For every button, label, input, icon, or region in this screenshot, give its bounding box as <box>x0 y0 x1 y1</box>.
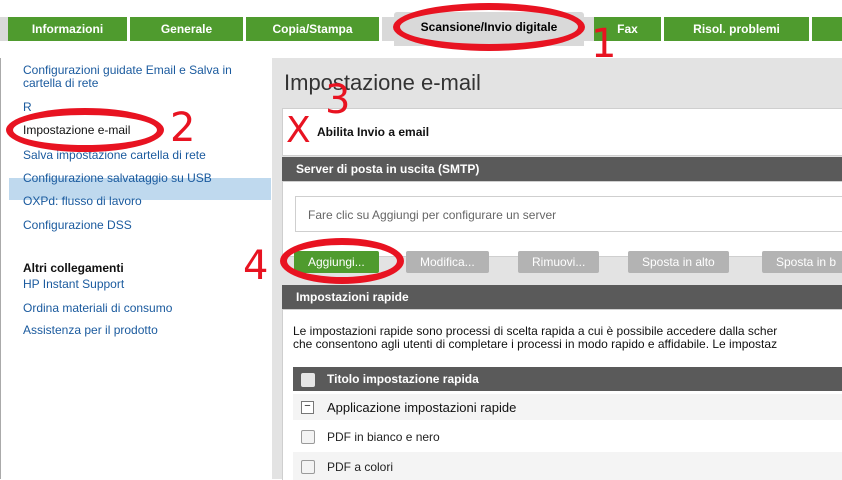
nav-item-oxpd[interactable]: OXPd: flusso di lavoro <box>23 195 142 208</box>
tab-copia-stampa[interactable]: Copia/Stampa <box>246 17 382 41</box>
annotation-number-2: 2 <box>170 105 196 151</box>
quick-settings-description-line2: che consentono agli utenti di completare… <box>293 337 778 351</box>
top-tab-bar: Informazioni Generale Copia/Stampa Scans… <box>0 0 842 48</box>
table-row[interactable]: PDF a colori <box>293 452 842 480</box>
enable-email-label: Abilita Invio a email <box>317 125 430 139</box>
left-navigation: Configurazioni guidate Email e Salva in … <box>0 58 271 479</box>
nav-item-dss[interactable]: Configurazione DSS <box>23 219 132 232</box>
annotation-number-3: 3 <box>325 77 351 123</box>
modifica-button[interactable]: Modifica... <box>406 251 489 273</box>
nav-item-impostazione-email[interactable]: Impostazione e-mail <box>23 124 130 137</box>
annotation-number-1: 1 <box>591 21 617 67</box>
table-row[interactable]: PDF in bianco e nero <box>293 422 842 450</box>
row-label: PDF a colori <box>327 460 394 474</box>
link-ordina-materiali[interactable]: Ordina materiali di consumo <box>23 302 172 315</box>
group-row: − Applicazione impostazioni rapide <box>293 394 842 420</box>
select-all-checkbox[interactable] <box>301 373 315 387</box>
enable-email-panel: Abilita Invio a email <box>282 108 842 156</box>
sposta-in-basso-button[interactable]: Sposta in b <box>762 251 842 273</box>
quick-settings-header: Impostazioni rapide <box>282 285 842 309</box>
column-titolo-impostazione: Titolo impostazione rapida <box>327 372 479 386</box>
link-assistenza-prodotto[interactable]: Assistenza per il prodotto <box>23 324 158 337</box>
smtp-placeholder: Fare clic su Aggiungi per configurare un… <box>308 208 557 222</box>
collapse-toggle-icon[interactable]: − <box>301 401 314 414</box>
annotation-number-4: 4 <box>243 243 269 289</box>
group-label: Applicazione impostazioni rapide <box>327 400 517 415</box>
row-label: PDF in bianco e nero <box>327 430 440 444</box>
nav-item-configurazioni-guidate[interactable]: Configurazioni guidate Email e Salva in … <box>23 64 258 90</box>
tab-scansione-invio-digitale[interactable]: Scansione/Invio digitale <box>394 12 584 46</box>
quick-settings-panel: Le impostazioni rapide sono processi di … <box>282 309 842 480</box>
tab-generale[interactable]: Generale <box>130 17 246 41</box>
row-checkbox[interactable] <box>301 460 315 474</box>
other-links-heading: Altri collegamenti <box>23 261 124 275</box>
tab-informazioni[interactable]: Informazioni <box>8 17 130 41</box>
sposta-in-alto-button[interactable]: Sposta in alto <box>628 251 729 273</box>
main-content: Impostazione e-mail Abilita Invio a emai… <box>272 58 842 480</box>
quick-settings-description-line1: Le impostazioni rapide sono processi di … <box>293 324 778 338</box>
aggiungi-button[interactable]: Aggiungi... <box>294 251 379 273</box>
smtp-section-header: Server di posta in uscita (SMTP) <box>282 157 842 181</box>
nav-item-salvataggio-usb[interactable]: Configurazione salvataggio su USB <box>23 172 212 185</box>
annotation-x-mark: X <box>286 110 311 151</box>
rimuovi-button[interactable]: Rimuovi... <box>518 251 600 273</box>
nav-item-truncated[interactable]: R <box>23 101 32 114</box>
smtp-server-list[interactable]: Fare clic su Aggiungi per configurare un… <box>295 196 842 232</box>
quick-settings-table-header: Titolo impostazione rapida <box>293 367 842 391</box>
page-title: Impostazione e-mail <box>284 70 481 95</box>
tab-more[interactable] <box>812 17 842 41</box>
smtp-panel: Fare clic su Aggiungi per configurare un… <box>282 181 842 257</box>
link-hp-instant-support[interactable]: HP Instant Support <box>23 278 124 291</box>
row-checkbox[interactable] <box>301 430 315 444</box>
tab-risol-problemi[interactable]: Risol. problemi <box>664 17 812 41</box>
